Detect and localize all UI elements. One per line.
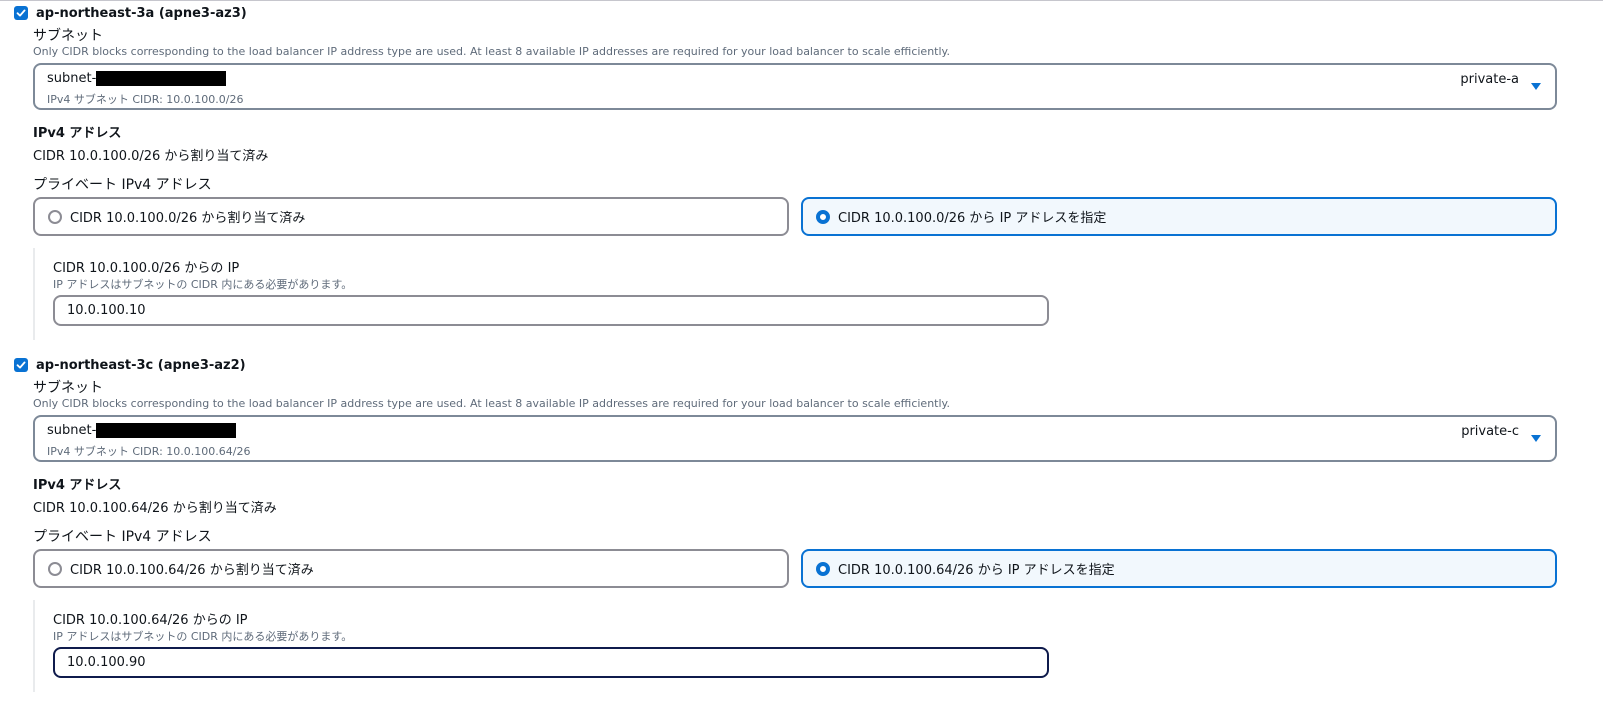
az-label: ap-northeast-3c (apne3-az2) — [36, 357, 246, 373]
ip-field-description: IP アドレスはサブネットの CIDR 内にある必要があります。 — [53, 278, 353, 291]
private-ipv4-label: プライベート IPv4 アドレス — [33, 529, 212, 545]
ip-address-input[interactable] — [53, 295, 1049, 326]
subnet-description: Only CIDR blocks corresponding to the lo… — [33, 45, 950, 58]
redacted-subnet-id — [96, 423, 237, 438]
radio-checked-icon[interactable] — [816, 561, 830, 576]
ipv4-address-heading: IPv4 アドレス — [33, 478, 122, 493]
checkmark-icon — [16, 361, 26, 369]
ip-specify-panel: CIDR 10.0.100.64/26 からの IP IP アドレスはサブネット… — [33, 600, 1055, 692]
ipv4-address-heading: IPv4 アドレス — [33, 126, 122, 141]
subnet-selected-name: subnet- — [47, 71, 227, 86]
subnet-prefix: subnet- — [47, 71, 97, 86]
radio-option-assigned[interactable]: CIDR 10.0.100.0/26 から割り当て済み — [33, 197, 789, 236]
subnet-selected-name: subnet- — [47, 423, 237, 438]
subnet-cidr-text: IPv4 サブネット CIDR: 10.0.100.0/26 — [47, 93, 244, 106]
ipv4-address-value: CIDR 10.0.100.64/26 から割り当て済み — [33, 501, 277, 516]
ip-field-description: IP アドレスはサブネットの CIDR 内にある必要があります。 — [53, 630, 353, 643]
subnet-label: サブネット — [33, 380, 103, 396]
radio-option-label: CIDR 10.0.100.0/26 から IP アドレスを指定 — [838, 211, 1107, 226]
private-ipv4-label: プライベート IPv4 アドレス — [33, 177, 212, 193]
ipv4-address-value: CIDR 10.0.100.0/26 から割り当て済み — [33, 149, 269, 164]
checkmark-icon — [16, 9, 26, 17]
subnet-description: Only CIDR blocks corresponding to the lo… — [33, 397, 950, 410]
caret-down-icon[interactable] — [1531, 83, 1541, 90]
subnet-select[interactable]: subnet- IPv4 サブネット CIDR: 10.0.100.64/26 … — [33, 415, 1557, 462]
subnet-label: サブネット — [33, 28, 103, 44]
ip-field-label: CIDR 10.0.100.64/26 からの IP — [53, 613, 248, 628]
availability-zone-c: ap-northeast-3c (apne3-az2) サブネット Only C… — [0, 352, 1603, 702]
availability-zone-a: ap-northeast-3a (apne3-az3) サブネット Only C… — [0, 0, 1603, 350]
az-label: ap-northeast-3a (apne3-az3) — [36, 5, 247, 21]
radio-option-label: CIDR 10.0.100.0/26 から割り当て済み — [70, 211, 306, 226]
radio-option-label: CIDR 10.0.100.64/26 から IP アドレスを指定 — [838, 563, 1115, 578]
checkbox-checked-icon[interactable] — [14, 6, 28, 20]
subnet-select[interactable]: subnet- IPv4 サブネット CIDR: 10.0.100.0/26 p… — [33, 63, 1557, 110]
redacted-subnet-id — [96, 71, 227, 86]
az-checkbox-row[interactable]: ap-northeast-3c (apne3-az2) — [14, 356, 246, 374]
subnet-name-tag: private-a — [1460, 72, 1519, 87]
checkbox-checked-icon[interactable] — [14, 358, 28, 372]
ip-specify-panel: CIDR 10.0.100.0/26 からの IP IP アドレスはサブネットの… — [33, 248, 1055, 340]
radio-option-assigned[interactable]: CIDR 10.0.100.64/26 から割り当て済み — [33, 549, 789, 588]
subnet-cidr-text: IPv4 サブネット CIDR: 10.0.100.64/26 — [47, 445, 251, 458]
radio-option-specify[interactable]: CIDR 10.0.100.0/26 から IP アドレスを指定 — [801, 197, 1557, 236]
radio-option-specify[interactable]: CIDR 10.0.100.64/26 から IP アドレスを指定 — [801, 549, 1557, 588]
subnet-prefix: subnet- — [47, 423, 97, 438]
radio-checked-icon[interactable] — [816, 209, 830, 224]
subnet-name-tag: private-c — [1461, 424, 1519, 439]
ip-address-input[interactable] — [53, 647, 1049, 678]
radio-option-label: CIDR 10.0.100.64/26 から割り当て済み — [70, 563, 314, 578]
caret-down-icon[interactable] — [1531, 435, 1541, 442]
radio-unchecked-icon[interactable] — [48, 209, 62, 224]
az-checkbox-row[interactable]: ap-northeast-3a (apne3-az3) — [14, 4, 247, 22]
radio-unchecked-icon[interactable] — [48, 561, 62, 576]
ip-field-label: CIDR 10.0.100.0/26 からの IP — [53, 261, 240, 276]
